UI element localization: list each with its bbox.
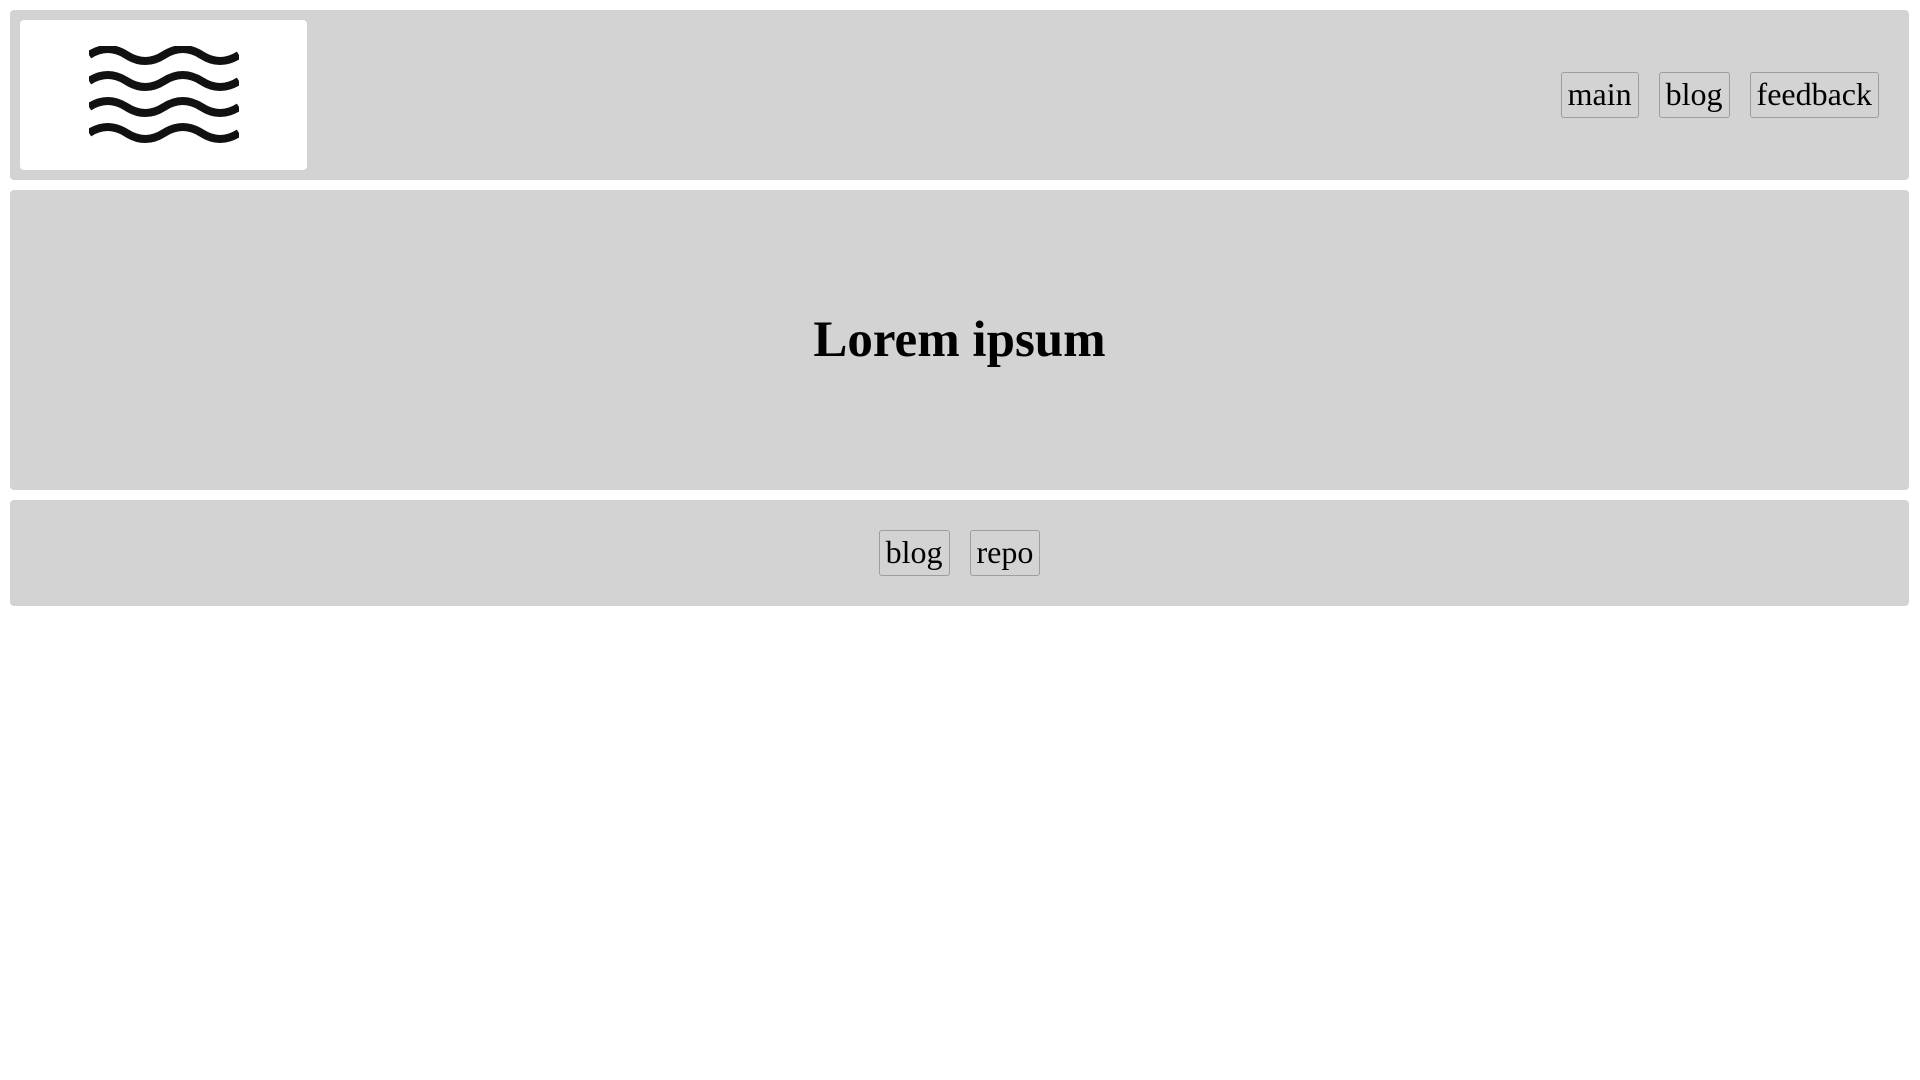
- logo[interactable]: [20, 20, 307, 170]
- page-title: Lorem ipsum: [813, 312, 1106, 368]
- nav-blog-button[interactable]: blog: [1658, 72, 1730, 118]
- waves-icon: [88, 46, 239, 143]
- footer-repo-button[interactable]: repo: [969, 530, 1041, 576]
- site-header: main blog feedback: [10, 10, 1909, 180]
- nav-feedback-button[interactable]: feedback: [1749, 72, 1879, 118]
- footer-blog-button[interactable]: blog: [878, 530, 950, 576]
- footer-nav: blog repo: [878, 530, 1041, 576]
- nav-main-button[interactable]: main: [1560, 72, 1639, 118]
- header-nav: main blog feedback: [1560, 72, 1879, 118]
- hero-section: Lorem ipsum: [10, 190, 1909, 490]
- site-footer: blog repo: [10, 500, 1909, 606]
- page: main blog feedback Lorem ipsum blog repo: [0, 0, 1920, 1080]
